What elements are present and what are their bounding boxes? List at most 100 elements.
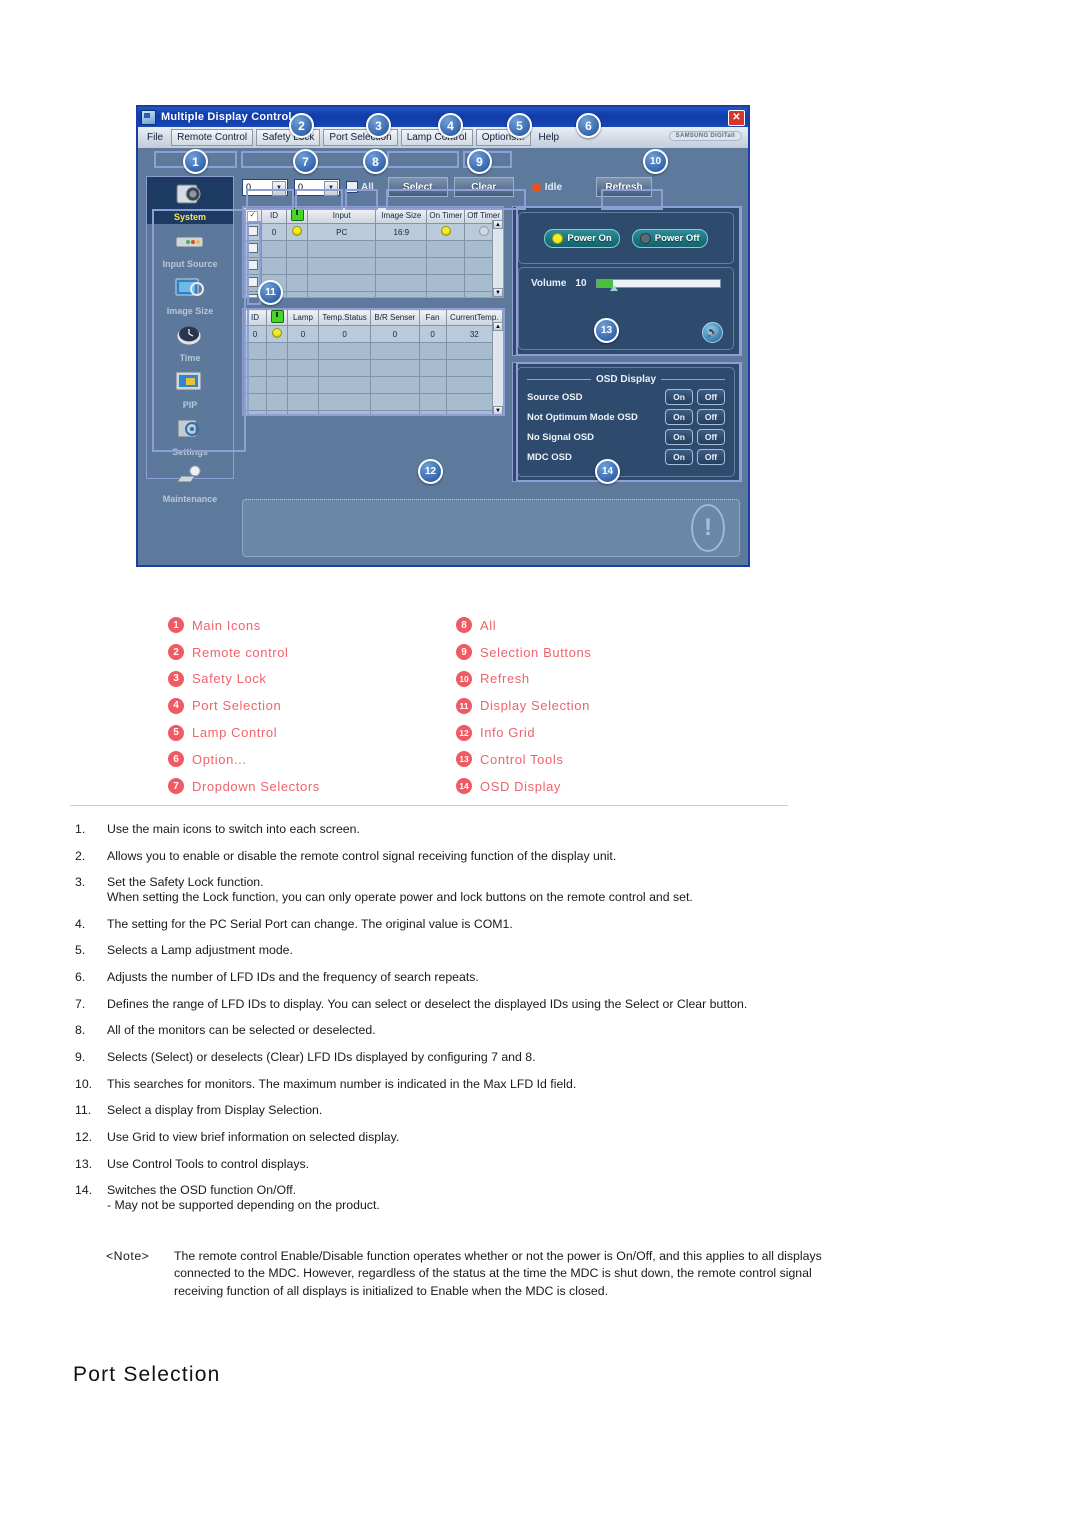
- callout-11: 11: [258, 280, 283, 305]
- exclamation-icon: !: [691, 504, 725, 552]
- highlight-control-tools: [516, 206, 742, 356]
- maintenance-icon: [173, 463, 207, 489]
- description-text: Selects a Lamp adjustment mode.: [107, 943, 293, 958]
- legend-item: 10 Refresh: [456, 666, 591, 693]
- cell-empty: [426, 274, 466, 292]
- menu-item-file[interactable]: File: [142, 130, 168, 145]
- legend-label: OSD Display: [480, 778, 562, 794]
- cell-empty: [306, 291, 377, 297]
- cell-empty: [375, 274, 428, 292]
- table-row[interactable]: 0 PC 16:9: [243, 223, 503, 241]
- description-number: 4.: [75, 916, 86, 931]
- note-label: <Note>: [106, 1249, 150, 1263]
- callout-14: 14: [595, 459, 620, 484]
- legend-label: Safety Lock: [192, 671, 267, 687]
- highlight-selection-buttons: [386, 189, 526, 210]
- cell-empty: [375, 240, 428, 258]
- note-text: The remote control Enable/Disable functi…: [174, 1249, 822, 1298]
- callout-4: 4: [438, 113, 463, 138]
- menu-item-lamp-control[interactable]: Lamp Control: [400, 129, 473, 146]
- legend-number: 7: [168, 778, 184, 795]
- callout-8: 8: [363, 149, 388, 174]
- sidebar-item-label: Maintenance: [162, 494, 218, 504]
- cell-power: [286, 223, 308, 241]
- highlight-main-icons: [152, 209, 246, 452]
- callout-6: 6: [576, 113, 601, 138]
- description-text: Switches the OSD function On/Off. - May n…: [107, 1183, 865, 1212]
- menu-item-remote-control[interactable]: Remote Control: [171, 129, 254, 146]
- page-title: Port Selection: [73, 1363, 221, 1386]
- description-text: Adjusts the number of LFD IDs and the fr…: [107, 969, 479, 984]
- window-title: Multiple Display Control: [161, 111, 292, 123]
- status-dot-icon: [531, 182, 541, 192]
- description-item: 12. Use Grid to view brief information on…: [75, 1130, 865, 1145]
- description-item: 10. This searches for monitors. The maxim…: [75, 1077, 865, 1092]
- description-item: 4. The setting for the PC Serial Port can…: [75, 917, 865, 932]
- callout-12: 12: [418, 459, 443, 484]
- callout-7: 7: [293, 149, 318, 174]
- callout-3: 3: [366, 113, 391, 138]
- legend-label: Refresh: [480, 671, 530, 687]
- legend-number: 2: [168, 644, 184, 661]
- description-number: 5.: [75, 943, 86, 958]
- legend-number: 4: [168, 697, 184, 714]
- legend-label: Display Selection: [480, 698, 590, 714]
- legend-number: 5: [168, 724, 184, 741]
- legend-number: 3: [168, 670, 184, 687]
- callout-10: 10: [643, 149, 668, 174]
- cell-empty: [306, 257, 377, 275]
- legend-number: 1: [168, 617, 184, 634]
- highlight-osd-display: [516, 362, 742, 482]
- display-selection-table: ✓ ID Input Image Size On Timer Off Timer 0 PC 16…: [243, 207, 503, 297]
- status-indicator: Idle: [531, 181, 563, 193]
- legend-item: 7 Dropdown Selectors: [168, 773, 320, 800]
- legend-number: 11: [456, 697, 472, 714]
- display-grid-scrollbar[interactable]: ▲ ▼: [492, 220, 503, 297]
- system-icon: [173, 181, 207, 207]
- horizontal-divider: [70, 805, 788, 806]
- status-message-area: !: [242, 499, 740, 557]
- legend-label: All: [480, 617, 497, 633]
- description-number: 13.: [75, 1156, 93, 1171]
- cell-empty: [306, 274, 377, 292]
- scroll-up-icon[interactable]: ▲: [493, 220, 503, 229]
- cell-empty: [261, 240, 287, 258]
- cell-empty: [426, 240, 466, 258]
- legend-label: Info Grid: [480, 725, 536, 741]
- cell-image-size: 16:9: [375, 223, 428, 241]
- legend-label: Control Tools: [480, 751, 564, 767]
- description-text: Set the Safety Lock function. When settin…: [107, 875, 865, 904]
- table-row-empty[interactable]: [243, 240, 503, 258]
- description-item: 2. Allows you to enable or disable the re…: [75, 849, 865, 864]
- cell-empty: [426, 291, 466, 297]
- description-item: 9. Selects (Select) or deselects (Clear) …: [75, 1050, 865, 1065]
- status-label: Idle: [544, 181, 563, 193]
- close-icon[interactable]: ✕: [728, 110, 745, 126]
- description-item: 5. Selects a Lamp adjustment mode.: [75, 943, 865, 958]
- table-row-empty[interactable]: [243, 257, 503, 275]
- highlight-info-grid: [247, 308, 505, 416]
- description-number: 9.: [75, 1050, 86, 1064]
- scroll-down-icon[interactable]: ▼: [493, 288, 503, 297]
- display-selection-grid[interactable]: ✓ ID Input Image Size On Timer Off Timer 0 PC 16…: [242, 206, 504, 298]
- menu-item-help[interactable]: Help: [534, 130, 565, 145]
- legend-item: 11 Display Selection: [456, 692, 591, 719]
- description-number: 10.: [75, 1076, 93, 1091]
- cell-on-timer: [426, 223, 466, 241]
- description-number: 14.: [75, 1183, 93, 1198]
- legend-number: 8: [456, 617, 472, 634]
- cell-empty: [261, 257, 287, 275]
- cell-empty: [375, 291, 428, 297]
- legend-label: Dropdown Selectors: [192, 778, 320, 794]
- legend-label: Selection Buttons: [480, 644, 592, 660]
- legend-number: 6: [168, 751, 184, 768]
- sidebar-item-maintenance[interactable]: Maintenance: [147, 459, 233, 506]
- description-item: 1. Use the main icons to switch into each…: [75, 822, 865, 837]
- description-item: 3. Set the Safety Lock function. When sett…: [75, 875, 865, 904]
- description-text: Use Grid to view brief information on se…: [107, 1130, 400, 1145]
- mdc-application-window: Multiple Display Control ✕ SAMSUNG DIGIT…: [136, 105, 750, 567]
- description-number: 7.: [75, 996, 86, 1011]
- app-icon: [141, 109, 156, 125]
- highlight-dropdown-from: [246, 189, 294, 210]
- description-text: The setting for the PC Serial Port can c…: [107, 916, 513, 931]
